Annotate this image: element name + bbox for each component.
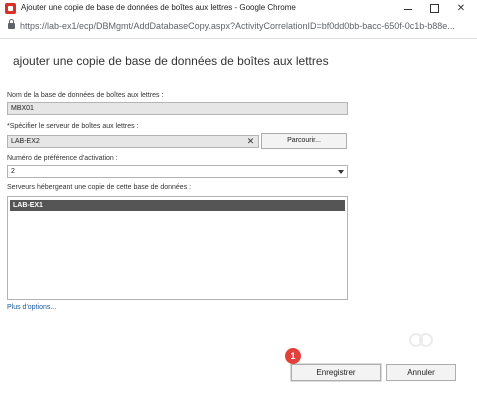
minimize-button[interactable] <box>395 0 421 17</box>
clear-icon[interactable]: ✕ <box>244 135 257 148</box>
close-window-button[interactable]: ✕ <box>448 0 474 17</box>
chrome-app-icon <box>5 3 16 14</box>
watermark-logo <box>409 333 433 347</box>
preference-select[interactable]: 2 <box>7 165 348 178</box>
save-button[interactable]: Enregistrer <box>291 364 381 381</box>
server-label: *Spécifier le serveur de boîtes aux lett… <box>7 123 139 130</box>
preference-label: Numéro de préférence d'activation : <box>7 155 118 162</box>
maximize-button[interactable] <box>421 0 447 17</box>
step-badge: 1 <box>285 348 301 364</box>
lock-icon <box>8 19 15 29</box>
cancel-button[interactable]: Annuler <box>386 364 456 381</box>
hosting-servers-list[interactable]: LAB-EX1 <box>7 196 348 300</box>
url-text[interactable]: https://lab-ex1/ecp/DBMgmt/AddDatabaseCo… <box>20 21 455 31</box>
window-title: Ajouter une copie de base de données de … <box>21 3 296 12</box>
preference-value: 2 <box>11 168 15 175</box>
dialog-title: ajouter une copie de base de données de … <box>13 54 329 68</box>
db-name-label: Nom de la base de données de boîtes aux … <box>7 92 164 99</box>
list-item[interactable]: LAB-EX1 <box>10 200 345 211</box>
hosting-label: Serveurs hébergeant une copie de cette b… <box>7 184 192 191</box>
server-field[interactable]: LAB-EX2 <box>7 135 259 148</box>
address-bar[interactable]: https://lab-ex1/ecp/DBMgmt/AddDatabaseCo… <box>0 17 477 39</box>
window-titlebar: Ajouter une copie de base de données de … <box>0 0 477 17</box>
chevron-down-icon[interactable] <box>338 170 344 174</box>
db-name-field: MBX01 <box>7 102 348 115</box>
more-options-link[interactable]: Plus d'options... <box>7 304 56 311</box>
browse-button[interactable]: Parcourir... <box>261 133 347 149</box>
